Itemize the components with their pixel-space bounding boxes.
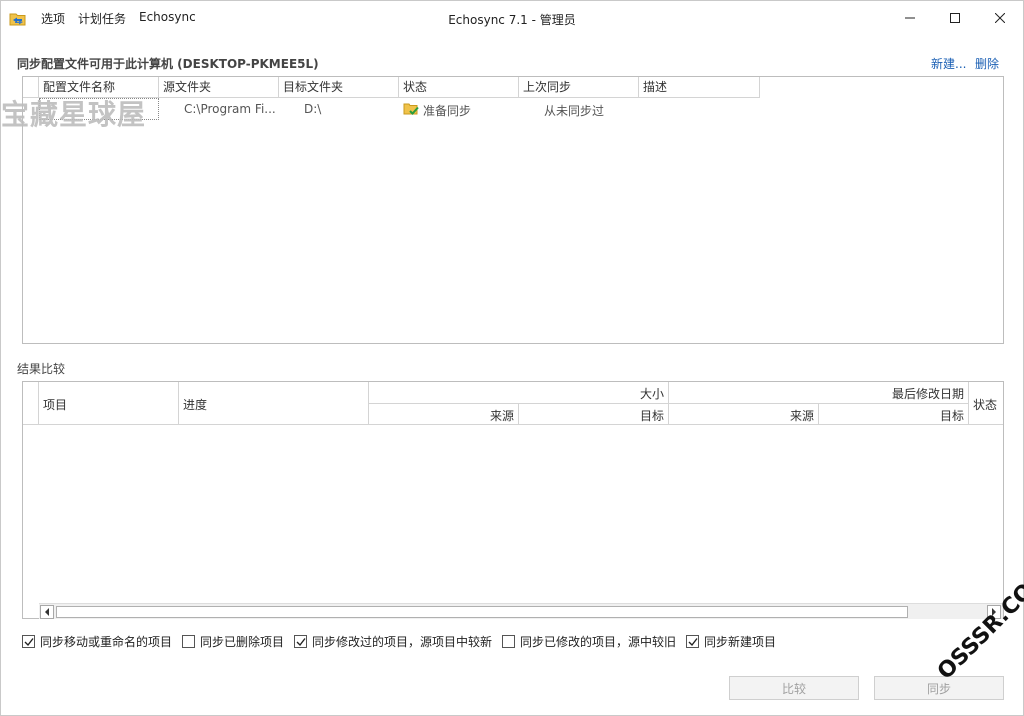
option-sync-new-items[interactable]: 同步新建项目 [686,633,776,650]
row-name-watermark: 宝藏星球屋 [1,98,147,131]
column-header-status[interactable]: 状态 [969,382,1003,425]
column-header-size-source[interactable]: 来源 [369,404,519,425]
column-header-target[interactable]: 目标文件夹 [279,77,399,98]
option-sync-modified-older[interactable]: 同步已修改的项目，源中较旧 [502,633,676,650]
results-table: 项目 进度 大小 来源 目标 最后修改日期 来源 目标 状态 [22,381,1004,619]
horizontal-scrollbar[interactable] [39,603,1003,619]
minimize-button[interactable] [887,1,933,35]
title-bar: 选项 计划任务 Echosync Echosync 7.1 - 管理员 [1,1,1023,35]
profiles-heading: 同步配置文件可用于此计算机 (DESKTOP-PKMEE5L) [17,57,319,71]
folder-check-icon [403,101,419,119]
checkbox[interactable] [686,635,699,648]
delete-profile-link[interactable]: 删除 [975,55,999,72]
checkbox[interactable] [182,635,195,648]
scroll-left-button[interactable] [40,605,54,619]
option-label: 同步已删除项目 [200,635,285,649]
column-header-modified[interactable]: 最后修改日期 [669,382,969,404]
column-header-modified-source[interactable]: 来源 [669,404,819,425]
profiles-table: 配置文件名称 源文件夹 目标文件夹 状态 上次同步 描述 C:\Program … [22,76,1004,344]
table-row[interactable]: C:\Program Fi... D:\ 准备同步 从未同步过 [23,98,1003,120]
column-header-modified-target[interactable]: 目标 [819,404,969,425]
folder-sync-icon[interactable] [9,11,27,27]
checkmark-icon [296,638,306,647]
row-status: 准备同步 [423,104,472,118]
option-label: 同步新建项目 [704,635,777,649]
menu-options[interactable]: 选项 [41,10,65,27]
option-label: 同步修改过的项目，源项目中较新 [312,635,493,649]
row-last-sync: 从未同步过 [544,104,605,118]
results-heading: 结果比较 [17,362,66,376]
column-header-last-sync[interactable]: 上次同步 [519,77,639,98]
column-header-description[interactable]: 描述 [639,77,760,98]
minimize-icon [905,17,915,19]
option-sync-modified-newer[interactable]: 同步修改过的项目，源项目中较新 [294,633,492,650]
column-header-item[interactable]: 项目 [39,382,179,425]
checkbox[interactable] [502,635,515,648]
compare-button[interactable]: 比较 [729,676,859,700]
menu-echosync[interactable]: Echosync [139,10,196,24]
checkmark-icon [24,638,34,647]
app-window: 选项 计划任务 Echosync Echosync 7.1 - 管理员 同步配置… [0,0,1024,716]
row-target: D:\ [304,102,322,116]
option-sync-deleted[interactable]: 同步已删除项目 [182,633,284,650]
column-header-progress[interactable]: 进度 [179,382,369,425]
option-label: 同步已修改的项目，源中较旧 [520,635,677,649]
checkbox[interactable] [294,635,307,648]
option-sync-moved-renamed[interactable]: 同步移动或重命名的项目 [22,633,172,650]
row-source: C:\Program Fi... [184,102,276,116]
column-header-status[interactable]: 状态 [399,77,519,98]
column-header-size[interactable]: 大小 [369,382,669,404]
close-icon [995,13,1005,23]
menu-scheduled-tasks[interactable]: 计划任务 [78,10,126,27]
checkbox[interactable] [22,635,35,648]
new-profile-link[interactable]: 新建... [931,55,966,72]
sync-button[interactable]: 同步 [874,676,1004,700]
row-header-cell [23,382,39,425]
column-header-source[interactable]: 源文件夹 [159,77,279,98]
close-button[interactable] [977,1,1023,35]
option-label: 同步移动或重命名的项目 [40,635,173,649]
maximize-icon [950,13,960,23]
arrow-left-icon [45,608,49,616]
maximize-button[interactable] [932,1,978,35]
column-header-size-target[interactable]: 目标 [519,404,669,425]
scrollbar-thumb[interactable] [56,606,908,618]
checkmark-icon [688,638,698,647]
